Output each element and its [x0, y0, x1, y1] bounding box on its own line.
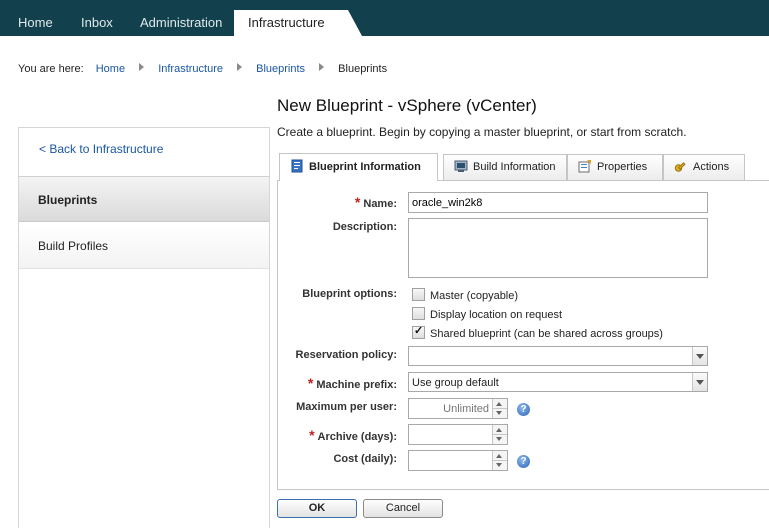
top-nav: Home Inbox Administration Infrastructure	[0, 0, 769, 36]
name-input[interactable]	[409, 193, 702, 212]
nav-tab-infrastructure[interactable]: Infrastructure	[234, 10, 362, 36]
maximum-per-user-input[interactable]	[409, 399, 492, 418]
page-subtitle: Create a blueprint. Begin by copying a m…	[277, 125, 687, 139]
breadcrumb-separator-icon	[319, 63, 325, 71]
master-copyable-checkbox[interactable]: Master (copyable)	[412, 288, 518, 302]
tab-blueprint-information[interactable]: Blueprint Information	[279, 153, 438, 181]
breadcrumb-current: Blueprints	[338, 63, 388, 75]
reservation-policy-label: Reservation policy:	[295, 349, 397, 361]
stepper-arrows[interactable]	[492, 425, 507, 444]
maximum-per-user-stepper	[408, 398, 508, 419]
checkbox-box-checked[interactable]	[412, 324, 425, 339]
maximum-per-user-label: Maximum per user:	[296, 401, 397, 413]
required-marker-icon: *	[309, 427, 315, 443]
select-value: Use group default	[412, 377, 499, 389]
nav-tab-home[interactable]: Home	[18, 0, 53, 36]
description-field-wrap	[408, 218, 708, 279]
nav-tab-administration[interactable]: Administration	[140, 0, 222, 36]
chevron-down-icon[interactable]	[692, 373, 707, 391]
breadcrumb-separator-icon	[139, 63, 145, 71]
name-label: * Name:	[354, 194, 397, 210]
help-icon[interactable]: ?	[517, 455, 530, 468]
cost-daily-label: Cost (daily):	[333, 453, 397, 465]
tab-actions[interactable]: Actions	[663, 154, 745, 180]
stepper-down-icon[interactable]	[496, 437, 502, 441]
machine-prefix-select[interactable]: Use group default	[408, 372, 708, 392]
tab-bar: Blueprint Information Build Information …	[277, 153, 769, 181]
sidebar-item-label: Blueprints	[38, 193, 98, 207]
blueprint-options-label: Blueprint options:	[302, 288, 397, 300]
page-title: New Blueprint - vSphere (vCenter)	[277, 96, 537, 115]
breadcrumb-blueprints-link[interactable]: Blueprints	[256, 63, 305, 75]
breadcrumb-home-link[interactable]: Home	[96, 63, 125, 75]
display-location-checkbox[interactable]: Display location on request	[412, 307, 562, 321]
chevron-down-icon[interactable]	[692, 347, 707, 365]
stepper-up-icon[interactable]	[496, 402, 502, 406]
checkbox-box[interactable]	[412, 307, 425, 320]
breadcrumb-infrastructure-link[interactable]: Infrastructure	[158, 63, 223, 75]
breadcrumb: You are here: Home Infrastructure Bluepr…	[18, 63, 387, 75]
breadcrumb-separator-icon	[237, 63, 243, 71]
archive-days-label: * Archive (days):	[309, 427, 397, 443]
nav-tab-inbox[interactable]: Inbox	[81, 0, 113, 36]
name-field-wrap	[408, 192, 708, 213]
sidebar-item-blueprints[interactable]: Blueprints	[19, 176, 269, 222]
machine-prefix-label: * Machine prefix:	[307, 375, 397, 391]
stepper-up-icon[interactable]	[496, 428, 502, 432]
back-to-infrastructure-link[interactable]: < Back to Infrastructure	[39, 142, 163, 156]
archive-days-stepper	[408, 424, 508, 445]
checkbox-label: Shared blueprint (can be shared across g…	[430, 328, 663, 340]
tab-label: Blueprint Information	[309, 161, 421, 173]
key-icon	[674, 162, 686, 172]
stepper-down-icon[interactable]	[496, 411, 502, 415]
checkbox-box[interactable]	[412, 288, 425, 301]
tab-label: Properties	[597, 161, 648, 173]
description-input[interactable]	[409, 219, 707, 279]
stepper-down-icon[interactable]	[496, 463, 502, 467]
ok-button[interactable]: OK	[277, 499, 357, 518]
archive-days-input[interactable]	[409, 425, 492, 444]
stepper-arrows[interactable]	[492, 399, 507, 418]
sidebar-item-label: Build Profiles	[38, 239, 109, 253]
blueprint-icon	[291, 159, 303, 173]
cancel-button[interactable]: Cancel	[363, 499, 443, 518]
tab-build-information[interactable]: Build Information	[443, 154, 567, 180]
properties-icon	[578, 160, 591, 173]
stepper-arrows[interactable]	[492, 451, 507, 470]
cost-daily-stepper	[408, 450, 508, 471]
shared-blueprint-checkbox[interactable]: Shared blueprint (can be shared across g…	[412, 324, 663, 340]
help-icon[interactable]: ?	[517, 403, 530, 416]
checkbox-label: Master (copyable)	[430, 290, 519, 302]
sidebar-item-build-profiles[interactable]: Build Profiles	[19, 224, 269, 269]
tab-label: Build Information	[473, 161, 556, 173]
required-marker-icon: *	[354, 194, 361, 210]
sidebar: < Back to Infrastructure Blueprints Buil…	[18, 127, 270, 528]
reservation-policy-select[interactable]	[408, 346, 708, 366]
server-icon	[454, 160, 468, 172]
checkbox-label: Display location on request	[430, 309, 563, 321]
required-marker-icon: *	[307, 375, 314, 391]
description-label: Description:	[332, 221, 397, 233]
tab-label: Actions	[693, 161, 730, 173]
stepper-up-icon[interactable]	[496, 454, 502, 458]
cost-daily-input[interactable]	[409, 451, 492, 470]
breadcrumb-prefix: You are here:	[18, 63, 84, 75]
tab-properties[interactable]: Properties	[567, 154, 663, 180]
